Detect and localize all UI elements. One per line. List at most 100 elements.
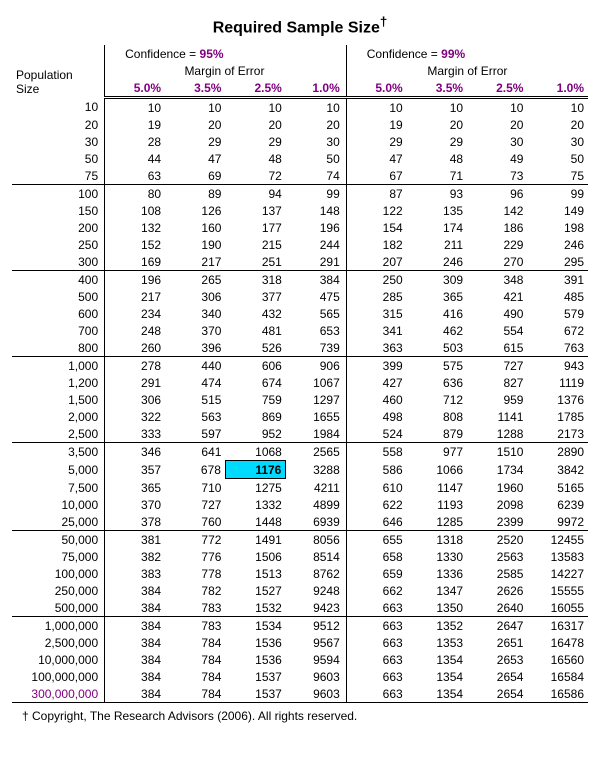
value-cell: 74: [286, 167, 346, 185]
value-cell: 427: [346, 374, 406, 391]
value-cell: 2890: [527, 443, 588, 461]
value-cell: 10: [225, 98, 285, 117]
title-text: Required Sample Size: [213, 19, 380, 36]
value-cell: 50: [527, 150, 588, 167]
value-cell: 597: [165, 425, 225, 443]
value-cell: 9972: [527, 513, 588, 531]
value-cell: 2098: [467, 496, 527, 513]
value-cell: 384: [105, 651, 165, 668]
value-cell: 251: [225, 253, 285, 271]
value-cell: 943: [527, 357, 588, 375]
value-cell: 370: [105, 496, 165, 513]
value-cell: 291: [105, 374, 165, 391]
value-cell: 244: [286, 236, 346, 253]
value-cell: 47: [346, 150, 406, 167]
table-row: 101010101010101010: [12, 98, 588, 117]
table-row: 500217306377475285365421485: [12, 288, 588, 305]
value-cell: 1330: [407, 548, 467, 565]
population-cell: 400: [12, 271, 105, 289]
value-cell: 2654: [467, 668, 527, 685]
value-cell: 246: [527, 236, 588, 253]
value-cell: 485: [527, 288, 588, 305]
value-cell: 67: [346, 167, 406, 185]
sample-size-table: Confidence = 95% Confidence = 99% Popula…: [12, 45, 588, 703]
value-cell: 333: [105, 425, 165, 443]
population-cell: 600: [12, 305, 105, 322]
table-row: 10,00037072713324899622119320986239: [12, 496, 588, 513]
value-cell: 663: [346, 651, 406, 668]
population-cell: 100: [12, 185, 105, 203]
population-cell: 150: [12, 202, 105, 219]
table-row: 150108126137148122135142149: [12, 202, 588, 219]
value-cell: 462: [407, 322, 467, 339]
value-cell: 474: [165, 374, 225, 391]
value-cell: 19: [346, 116, 406, 133]
value-cell: 2626: [467, 582, 527, 599]
value-cell: 1066: [407, 461, 467, 479]
value-cell: 1275: [225, 479, 285, 497]
value-cell: 384: [105, 617, 165, 635]
value-cell: 1067: [286, 374, 346, 391]
value-cell: 712: [407, 391, 467, 408]
value-cell: 71: [407, 167, 467, 185]
value-cell: 29: [165, 133, 225, 150]
value-cell: 278: [105, 357, 165, 375]
value-cell: 906: [286, 357, 346, 375]
value-cell: 1534: [225, 617, 285, 635]
table-row: 1,50030651575912974607129591376: [12, 391, 588, 408]
value-cell: 96: [467, 185, 527, 203]
value-cell: 2651: [467, 634, 527, 651]
value-cell: 80: [105, 185, 165, 203]
table-body: 1010101010101010102019202020192020203028…: [12, 98, 588, 703]
value-cell: 784: [165, 634, 225, 651]
value-cell: 99: [527, 185, 588, 203]
value-cell: 341: [346, 322, 406, 339]
value-cell: 177: [225, 219, 285, 236]
table-row: 25,00037876014486939646128523999972: [12, 513, 588, 531]
value-cell: 784: [165, 651, 225, 668]
table-row: 1008089949987939699: [12, 185, 588, 203]
value-cell: 2399: [467, 513, 527, 531]
value-cell: 260: [105, 339, 165, 357]
value-cell: 460: [346, 391, 406, 408]
value-cell: 16560: [527, 651, 588, 668]
value-cell: 20: [165, 116, 225, 133]
population-cell: 3,500: [12, 443, 105, 461]
value-cell: 122: [346, 202, 406, 219]
page-title: Required Sample Size†: [12, 14, 588, 37]
value-cell: 378: [105, 513, 165, 531]
value-cell: 99: [286, 185, 346, 203]
value-cell: 2654: [467, 685, 527, 703]
value-cell: 9603: [286, 685, 346, 703]
value-cell: 622: [346, 496, 406, 513]
value-cell: 959: [467, 391, 527, 408]
value-cell: 672: [527, 322, 588, 339]
confidence-95: Confidence = 95%: [105, 45, 347, 62]
value-cell: 2173: [527, 425, 588, 443]
value-cell: 952: [225, 425, 285, 443]
value-cell: 186: [467, 219, 527, 236]
population-cell: 1,200: [12, 374, 105, 391]
value-cell: 869: [225, 408, 285, 425]
value-cell: 94: [225, 185, 285, 203]
population-cell: 100,000,000: [12, 668, 105, 685]
population-cell: 10: [12, 98, 105, 117]
value-cell: 1527: [225, 582, 285, 599]
value-cell: 285: [346, 288, 406, 305]
value-cell: 73: [467, 167, 527, 185]
table-row: 1,000,000384783153495126631352264716317: [12, 617, 588, 635]
value-cell: 586: [346, 461, 406, 479]
value-cell: 10: [286, 98, 346, 117]
value-cell: 160: [165, 219, 225, 236]
value-cell: 663: [346, 599, 406, 617]
value-cell: 108: [105, 202, 165, 219]
value-cell: 2563: [467, 548, 527, 565]
value-cell: 662: [346, 582, 406, 599]
value-cell: 6239: [527, 496, 588, 513]
table-row: 201920202019202020: [12, 116, 588, 133]
value-cell: 196: [286, 219, 346, 236]
value-cell: 396: [165, 339, 225, 357]
population-cell: 5,000: [12, 461, 105, 479]
title-dagger: †: [380, 14, 387, 29]
table-row: 400196265318384250309348391: [12, 271, 588, 289]
